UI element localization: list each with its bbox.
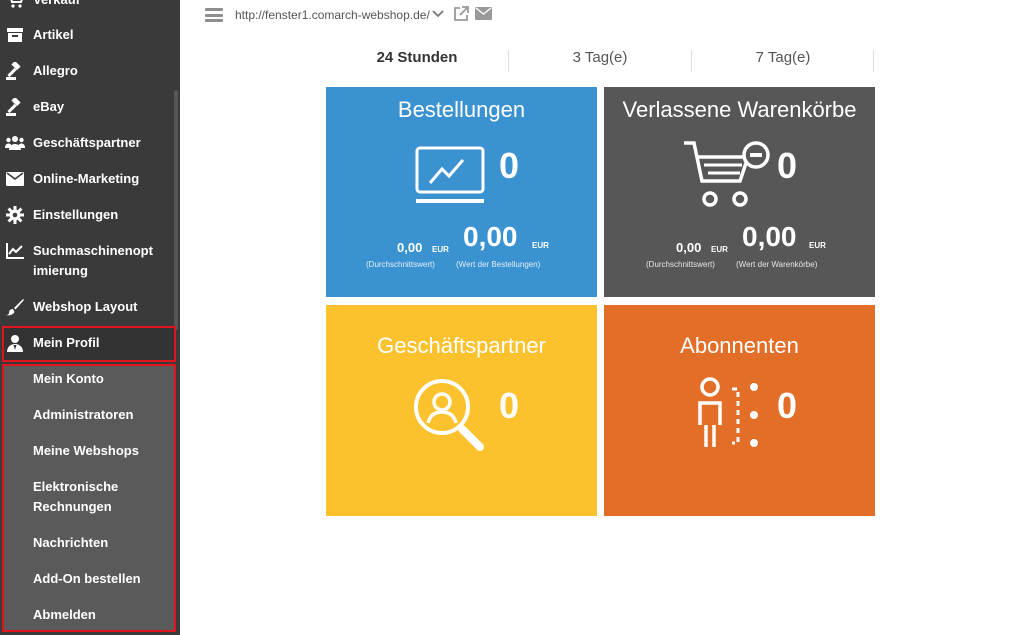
- subscribers-count: 0: [777, 385, 798, 426]
- submenu-item-administratoren[interactable]: Administratoren: [33, 405, 163, 425]
- partners-count: 0: [499, 385, 520, 426]
- carts-avg-caption: (Durchschnittswert): [646, 260, 715, 269]
- tile-title: Geschäftspartner: [377, 333, 546, 358]
- sidebar-item-label: Suchmaschinenopt: [33, 243, 153, 258]
- tile-abonnenten[interactable]: Abonnenten 0: [604, 305, 875, 516]
- tile-title: Bestellungen: [397, 97, 526, 122]
- tab-24-stunden[interactable]: 24 Stunden: [326, 46, 508, 72]
- sidebar-item-artikel[interactable]: Artikel: [0, 25, 174, 45]
- submenu-item-nachrichten[interactable]: Nachrichten: [33, 533, 163, 553]
- submenu-item-label: Elektronische: [33, 479, 119, 494]
- orders-avg-value: 0,00: [397, 240, 423, 255]
- carts-total-caption: (Wert der Warenkörbe): [736, 260, 818, 269]
- tile-geschaeftspartner[interactable]: Geschäftspartner 0: [326, 305, 597, 516]
- submenu-item-add-on-bestellen[interactable]: Add-On bestellen: [33, 569, 163, 589]
- orders-total-value: 0,00: [463, 221, 518, 252]
- submenu-item-abmelden[interactable]: Abmelden: [33, 605, 163, 625]
- user-icon: [5, 333, 25, 353]
- user-search-icon: [412, 375, 488, 460]
- orders-avg-caption: (Durchschnittswert): [366, 260, 435, 269]
- submenu-item-mein-konto[interactable]: Mein Konto: [33, 369, 163, 389]
- users-icon: [5, 133, 25, 153]
- sidebar: Verkauf Artikel Allegro eBay Geschäftspa…: [0, 0, 180, 635]
- sidebar-item-label: Artikel: [33, 27, 74, 42]
- submenu-item-meine-webshops[interactable]: Meine Webshops: [33, 441, 163, 461]
- submenu-item-label-line2: Rechnungen: [33, 499, 112, 514]
- tile-title: Abonnenten: [680, 333, 799, 358]
- brush-icon: [5, 297, 25, 317]
- sidebar-item-label: Webshop Layout: [33, 299, 138, 314]
- sidebar-item-webshop-layout[interactable]: Webshop Layout: [0, 297, 174, 317]
- orders-count: 0: [499, 145, 520, 186]
- tab-3-tage[interactable]: 3 Tag(e): [509, 46, 691, 72]
- line-chart-icon: [5, 241, 25, 261]
- monitor-chart-icon: [414, 145, 486, 212]
- chevron-down-icon[interactable]: [432, 8, 444, 22]
- sidebar-item-allegro[interactable]: Allegro: [0, 61, 174, 81]
- sidebar-item-online-marketing[interactable]: Online-Marketing: [0, 169, 174, 189]
- orders-total-currency: EUR: [532, 241, 549, 250]
- tile-verlassene-warenkoerbe[interactable]: Verlassene Warenkörbe 0 0,00 EUR (Durchs…: [604, 87, 875, 297]
- sidebar-item-verkauf[interactable]: Verkauf: [0, 0, 174, 10]
- external-link-icon[interactable]: [453, 6, 469, 24]
- orders-total-caption: (Wert der Bestellungen): [456, 260, 541, 269]
- sidebar-item-label: Mein Profil: [33, 335, 100, 350]
- sidebar-item-label: Verkauf: [33, 0, 80, 10]
- envelope-icon: [5, 169, 25, 189]
- sidebar-item-mein-profil[interactable]: Mein Profil: [0, 333, 174, 353]
- sidebar-item-label: Online-Marketing: [33, 171, 140, 186]
- sidebar-item-geschaeftspartner[interactable]: Geschäftspartner: [0, 133, 174, 153]
- carts-avg-value: 0,00: [676, 240, 702, 255]
- gavel-icon: [5, 61, 25, 81]
- orders-avg-currency: EUR: [432, 245, 449, 254]
- sidebar-item-label: eBay: [33, 99, 65, 114]
- sidebar-scrollbar[interactable]: [174, 90, 178, 330]
- archive-icon: [5, 25, 25, 45]
- sidebar-item-seo[interactable]: Suchmaschinenopt imierung: [0, 241, 174, 281]
- envelope-icon[interactable]: [474, 7, 492, 23]
- gear-icon: [5, 205, 25, 225]
- cart-icon: [5, 0, 25, 10]
- carts-avg-currency: EUR: [711, 245, 728, 254]
- sidebar-item-label-line2: imierung: [33, 263, 88, 278]
- sidebar-item-einstellungen[interactable]: Einstellungen: [0, 205, 174, 225]
- submenu-item-elektronische-rechnungen[interactable]: Elektronische Rechnungen: [33, 477, 163, 517]
- gavel-icon: [5, 97, 25, 117]
- cart-remove-icon: [682, 139, 778, 216]
- tile-title: Verlassene Warenkörbe: [622, 97, 857, 122]
- topbar: http://fenster1.comarch-webshop.de/: [205, 4, 492, 26]
- tile-bestellungen[interactable]: Bestellungen 0 0,00 EUR (Durchschnittswe…: [326, 87, 597, 297]
- menu-toggle-icon[interactable]: [205, 8, 223, 22]
- carts-total-value: 0,00: [742, 221, 797, 252]
- carts-total-currency: EUR: [809, 241, 826, 250]
- tab-divider: [873, 50, 874, 72]
- shop-url[interactable]: http://fenster1.comarch-webshop.de/: [235, 8, 430, 22]
- sidebar-item-label: Einstellungen: [33, 207, 119, 222]
- sidebar-item-label: Geschäftspartner: [33, 135, 141, 150]
- tab-7-tage[interactable]: 7 Tag(e): [692, 46, 874, 72]
- subscribers-icon: [696, 375, 766, 460]
- sidebar-item-ebay[interactable]: eBay: [0, 97, 174, 117]
- sidebar-item-label: Allegro: [33, 63, 78, 78]
- carts-count: 0: [777, 145, 798, 186]
